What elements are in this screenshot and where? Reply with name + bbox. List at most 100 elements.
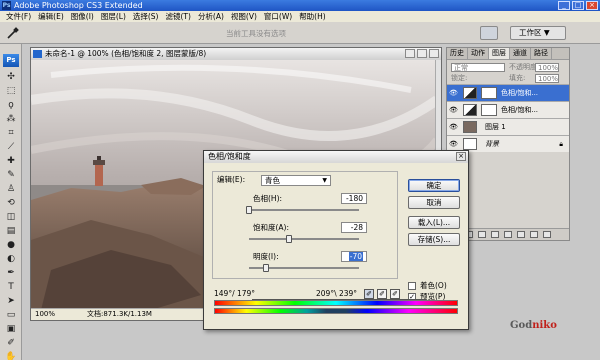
options-hint: 当前工具没有选项 xyxy=(226,29,286,38)
options-bar: 当前工具没有选项 工作区 ▼ xyxy=(0,22,600,44)
notes-icon[interactable]: ▣ xyxy=(3,323,19,335)
gradient-icon[interactable]: ▤ xyxy=(3,225,19,237)
saturation-field[interactable]: -28 xyxy=(341,222,367,233)
menu-bar: 文件(F) 编辑(E) 图像(I) 图层(L) 选择(S) 滤镜(T) 分析(A… xyxy=(0,11,600,22)
adjustment-layer-thumb xyxy=(463,104,477,116)
layer-mask-thumb[interactable] xyxy=(481,104,497,116)
document-info[interactable]: 文档:871.3K/1.13M xyxy=(87,309,152,320)
lasso-icon[interactable]: ϙ xyxy=(3,99,19,111)
hand-icon[interactable]: ✋ xyxy=(3,351,19,360)
lightness-value: -70 xyxy=(348,252,363,261)
mask-icon[interactable] xyxy=(491,231,499,238)
tab-paths[interactable]: 路径 xyxy=(531,48,552,59)
color-range-bar[interactable] xyxy=(252,299,426,300)
crop-icon[interactable]: ⌗ xyxy=(3,127,19,139)
watermark-text: God xyxy=(510,320,533,331)
eyedropper-plus-icon[interactable]: ✐ xyxy=(377,289,387,299)
history-brush-icon[interactable]: ⟲ xyxy=(3,197,19,209)
colorize-checkbox[interactable] xyxy=(408,282,416,290)
adjustment-icon[interactable] xyxy=(504,231,512,238)
pen-icon[interactable]: ✒ xyxy=(3,267,19,279)
tab-channels[interactable]: 通道 xyxy=(510,48,531,59)
document-title-bar[interactable]: 未命名-1 @ 100% (色相/饱和度 2, 图层蒙版/8) xyxy=(31,48,441,60)
close-button[interactable]: × xyxy=(586,1,598,10)
eyedropper-icon[interactable] xyxy=(6,27,20,39)
saturation-slider-thumb[interactable] xyxy=(285,235,292,243)
layer-name[interactable]: 色相/饱和... xyxy=(501,89,538,98)
hue-field[interactable]: -180 xyxy=(341,193,367,204)
menu-view[interactable]: 视图(V) xyxy=(231,11,257,22)
eyedropper-icon[interactable]: ✐ xyxy=(3,337,19,349)
menu-help[interactable]: 帮助(H) xyxy=(299,11,326,22)
maximize-button[interactable]: □ xyxy=(572,1,584,10)
menu-edit[interactable]: 编辑(E) xyxy=(38,11,64,22)
edit-channel-select[interactable]: 青色 ▼ xyxy=(261,175,331,186)
visibility-eye-icon[interactable]: 👁︎ xyxy=(449,89,459,97)
marquee-icon[interactable]: ⬚ xyxy=(3,85,19,97)
cancel-button[interactable]: 取消 xyxy=(408,196,460,209)
move-icon[interactable]: ✣ xyxy=(3,71,19,83)
hue-slider-thumb[interactable] xyxy=(246,206,252,214)
ok-button[interactable]: 确定 xyxy=(408,179,460,192)
lightness-field[interactable]: -70 xyxy=(341,251,367,262)
minimize-button[interactable]: _ xyxy=(558,1,570,10)
blend-mode-select[interactable]: 正常 xyxy=(451,63,505,72)
fill-field[interactable]: 100% xyxy=(535,74,559,83)
layer-row[interactable]: 👁︎ 色相/饱和... xyxy=(447,101,569,118)
dodge-icon[interactable]: ◐ xyxy=(3,253,19,265)
blur-icon[interactable]: ● xyxy=(3,239,19,251)
layer-row[interactable]: 👁︎ 图层 1 xyxy=(447,118,569,135)
bridge-button[interactable] xyxy=(480,26,498,40)
stamp-icon[interactable]: ♙ xyxy=(3,183,19,195)
eyedropper-icon[interactable]: ✐ xyxy=(364,289,374,299)
tab-history[interactable]: 历史 xyxy=(447,48,468,59)
menu-analysis[interactable]: 分析(A) xyxy=(198,11,224,22)
folder-icon[interactable] xyxy=(517,231,525,238)
menu-image[interactable]: 图像(I) xyxy=(71,11,94,22)
doc-close-button[interactable] xyxy=(429,49,439,58)
dialog-title-bar[interactable]: 色相/饱和度 × xyxy=(204,151,468,163)
layer-mask-thumb[interactable] xyxy=(481,87,497,99)
layer-name[interactable]: 图层 1 xyxy=(485,123,506,132)
visibility-eye-icon[interactable]: 👁︎ xyxy=(449,140,459,148)
visibility-eye-icon[interactable]: 👁︎ xyxy=(449,123,459,131)
lock-label: 锁定: xyxy=(451,74,468,82)
layer-row[interactable]: 👁︎ 色相/饱和... xyxy=(447,84,569,101)
trash-icon[interactable] xyxy=(543,231,551,238)
save-button[interactable]: 存储(S)... xyxy=(408,233,460,246)
menu-window[interactable]: 窗口(W) xyxy=(264,11,292,22)
brush-icon[interactable]: ✎ xyxy=(3,169,19,181)
lightness-slider-thumb[interactable] xyxy=(262,264,269,272)
tab-layers[interactable]: 图层 xyxy=(489,48,510,59)
app-title: Adobe Photoshop CS3 Extended xyxy=(14,1,143,10)
new-layer-icon[interactable] xyxy=(530,231,538,238)
menu-select[interactable]: 选择(S) xyxy=(133,11,159,22)
magic-wand-icon[interactable]: ⁂ xyxy=(3,113,19,125)
watermark-text-red: niko xyxy=(532,320,557,331)
range-right-degrees: 209°\ 239° xyxy=(316,289,358,298)
eyedropper-minus-icon[interactable]: ✐ xyxy=(390,289,400,299)
menu-file[interactable]: 文件(F) xyxy=(6,11,31,22)
tab-actions[interactable]: 动作 xyxy=(468,48,489,59)
doc-minimize-button[interactable] xyxy=(405,49,415,58)
menu-layer[interactable]: 图层(L) xyxy=(101,11,126,22)
shape-icon[interactable]: ▭ xyxy=(3,309,19,321)
doc-maximize-button[interactable] xyxy=(417,49,427,58)
hue-slider-track[interactable] xyxy=(249,209,359,211)
dialog-close-icon[interactable]: × xyxy=(456,152,466,161)
menu-filter[interactable]: 滤镜(T) xyxy=(166,11,191,22)
workspace-dropdown[interactable]: 工作区 ▼ xyxy=(510,26,566,40)
opacity-field[interactable]: 100% xyxy=(535,63,559,72)
layer-name[interactable]: 背景 xyxy=(485,140,499,149)
slice-icon[interactable]: ⟋ xyxy=(3,141,19,153)
zoom-level[interactable]: 100% xyxy=(35,309,55,320)
load-button[interactable]: 载入(L)... xyxy=(408,216,460,229)
saturation-slider-track[interactable] xyxy=(249,238,359,240)
eraser-icon[interactable]: ◫ xyxy=(3,211,19,223)
fx-icon[interactable] xyxy=(478,231,486,238)
type-icon[interactable]: T xyxy=(3,281,19,293)
layer-name[interactable]: 色相/饱和... xyxy=(501,106,538,115)
visibility-eye-icon[interactable]: 👁︎ xyxy=(449,106,459,114)
path-select-icon[interactable]: ➤ xyxy=(3,295,19,307)
healing-brush-icon[interactable]: ✚ xyxy=(3,155,19,167)
